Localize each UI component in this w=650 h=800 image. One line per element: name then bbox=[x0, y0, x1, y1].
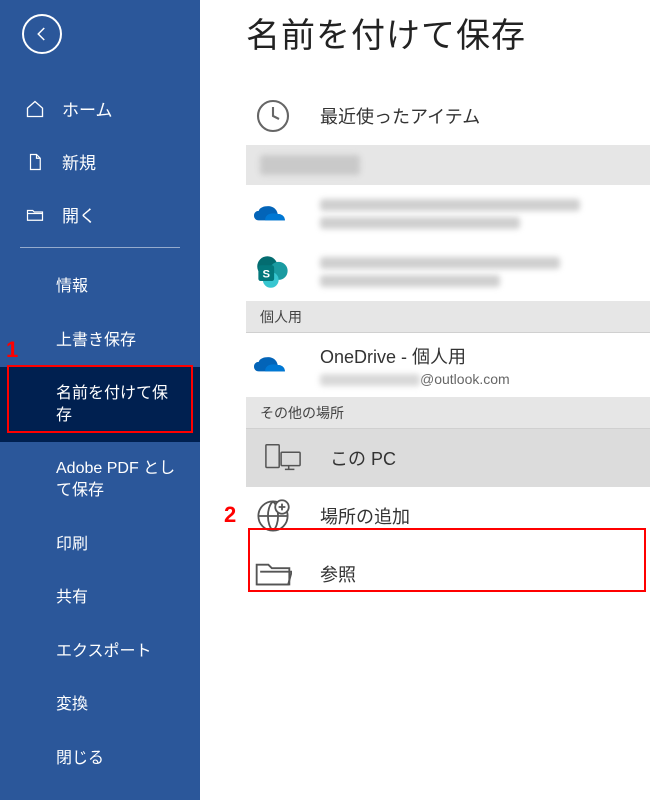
this-pc-icon bbox=[264, 439, 302, 477]
nav-new[interactable]: 新規 bbox=[0, 135, 200, 188]
add-location-icon bbox=[254, 497, 292, 535]
nav-info[interactable]: 情報 bbox=[0, 260, 200, 314]
nav-save[interactable]: 上書き保存 bbox=[0, 314, 200, 368]
nav-home[interactable]: ホーム bbox=[0, 82, 200, 135]
nav-new-label: 新規 bbox=[62, 149, 96, 174]
annotation-number-1: 1 bbox=[6, 337, 18, 363]
nav-open-label: 開く bbox=[62, 202, 96, 227]
this-pc-label: この PC bbox=[330, 445, 396, 471]
location-onedrive-personal[interactable]: OneDrive - 個人用 @outlook.com bbox=[200, 333, 650, 397]
main-panel: 名前を付けて保存 最近使ったアイテム S 個人用 bbox=[200, 0, 650, 800]
svg-text:S: S bbox=[262, 269, 270, 281]
sharepoint-icon: S bbox=[254, 253, 292, 291]
file-icon bbox=[24, 151, 46, 173]
clock-icon bbox=[254, 97, 292, 135]
location-add-place[interactable]: 場所の追加 bbox=[200, 487, 650, 545]
folder-open-icon bbox=[24, 204, 46, 226]
arrow-left-icon bbox=[33, 25, 51, 43]
nav-save-as[interactable]: 名前を付けて保存 bbox=[0, 367, 200, 442]
browse-label: 参照 bbox=[320, 561, 356, 587]
nav-share[interactable]: 共有 bbox=[0, 571, 200, 625]
section-header-redacted bbox=[246, 145, 650, 185]
redacted-text bbox=[320, 257, 560, 287]
onedrive-personal-email: @outlook.com bbox=[320, 371, 510, 387]
location-sharepoint[interactable]: S bbox=[200, 243, 650, 301]
section-header-personal: 個人用 bbox=[246, 301, 650, 333]
location-browse[interactable]: 参照 bbox=[200, 545, 650, 603]
section-header-other: その他の場所 bbox=[246, 397, 650, 429]
redacted-text bbox=[320, 199, 580, 229]
nav-open[interactable]: 開く bbox=[0, 188, 200, 241]
location-onedrive-work-1[interactable] bbox=[200, 185, 650, 243]
location-this-pc[interactable]: この PC bbox=[246, 429, 650, 487]
home-icon bbox=[24, 98, 46, 120]
nav-export[interactable]: エクスポート bbox=[0, 625, 200, 679]
sidebar-divider bbox=[20, 247, 180, 248]
nav-save-adobe-pdf[interactable]: Adobe PDF として保存 bbox=[0, 442, 200, 517]
nav-transform[interactable]: 変換 bbox=[0, 678, 200, 732]
back-button[interactable] bbox=[22, 14, 62, 54]
nav-print[interactable]: 印刷 bbox=[0, 518, 200, 572]
folder-icon bbox=[254, 555, 292, 593]
onedrive-personal-label: OneDrive - 個人用 bbox=[320, 343, 510, 369]
location-recent[interactable]: 最近使ったアイテム bbox=[200, 87, 650, 145]
page-title: 名前を付けて保存 bbox=[200, 8, 650, 57]
nav-home-label: ホーム bbox=[62, 96, 113, 121]
nav-close[interactable]: 閉じる bbox=[0, 732, 200, 786]
location-recent-label: 最近使ったアイテム bbox=[320, 103, 480, 129]
backstage-sidebar: ホーム 新規 開く 情報 上書き保存 名前を付けて保存 Adobe PDF とし… bbox=[0, 0, 200, 800]
annotation-number-2: 2 bbox=[224, 502, 236, 528]
onedrive-icon bbox=[254, 346, 292, 384]
add-location-label: 場所の追加 bbox=[320, 503, 410, 529]
onedrive-icon bbox=[254, 195, 292, 233]
